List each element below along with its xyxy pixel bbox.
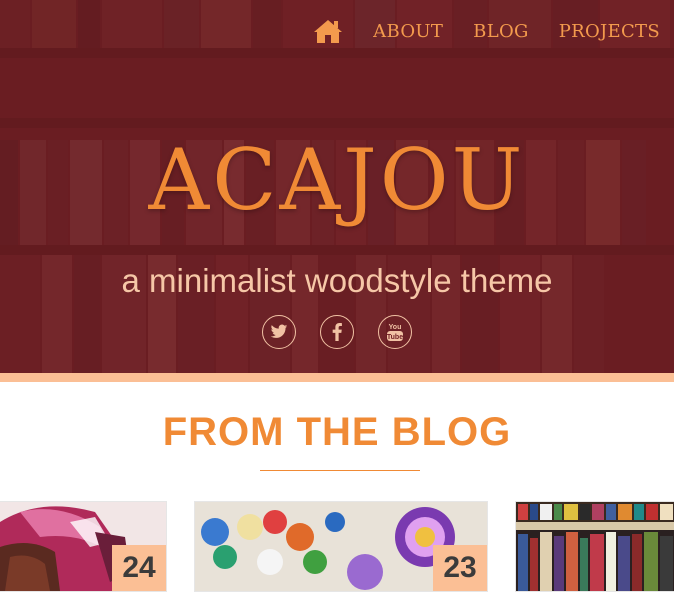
twitter-icon[interactable] (262, 315, 296, 349)
hero-banner: ABOUT BLOG PROJECTS ACAJOU a minimalist … (0, 0, 674, 373)
section-divider (260, 470, 420, 471)
section-title: FROM THE BLOG (162, 410, 512, 454)
blog-post-card[interactable] (515, 501, 674, 592)
nav-projects-link[interactable]: PROJECTS (559, 21, 660, 42)
post-date-badge: 23 (433, 545, 487, 591)
nav-about-link[interactable]: ABOUT (373, 21, 443, 42)
youtube-icon[interactable]: You Tube (378, 315, 412, 349)
social-links: You Tube (0, 315, 674, 349)
main-nav: ABOUT BLOG PROJECTS (313, 18, 660, 44)
site-title: ACAJOU (148, 131, 526, 229)
bookshelf-photo (516, 502, 674, 591)
svg-text:Tube: Tube (387, 334, 403, 341)
hero-bottom-band (0, 373, 674, 382)
post-date-badge: 24 (112, 545, 166, 591)
nav-blog-link[interactable]: BLOG (473, 21, 529, 42)
svg-text:You: You (389, 324, 402, 331)
home-icon[interactable] (313, 18, 343, 44)
site-tagline: a minimalist woodstyle theme (121, 262, 553, 299)
blog-post-card[interactable]: 24 (0, 501, 167, 592)
blog-post-card[interactable]: 23 (194, 501, 488, 592)
facebook-icon[interactable] (320, 315, 354, 349)
